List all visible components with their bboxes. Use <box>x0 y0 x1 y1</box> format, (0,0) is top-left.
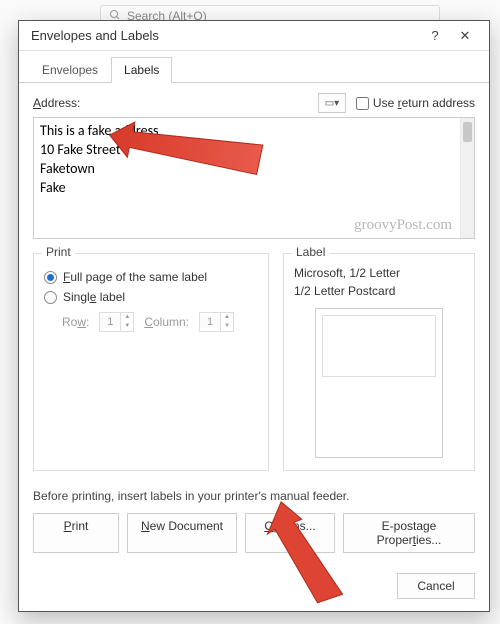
close-button[interactable]: ✕ <box>453 24 477 48</box>
dialog-content: AAddress:ddress: ▭▾ Use return address U… <box>19 83 489 561</box>
radio-single-label-text: Single label <box>63 290 125 304</box>
tab-strip: Envelopes Labels <box>19 51 489 83</box>
print-button[interactable]: PrintPrint <box>33 513 119 553</box>
help-button[interactable]: ? <box>423 24 447 48</box>
scrollbar-thumb[interactable] <box>463 122 472 142</box>
address-book-icon: ▭▾ <box>325 98 339 109</box>
use-return-checkbox-input[interactable] <box>356 97 369 110</box>
label-preview[interactable] <box>315 308 443 458</box>
row-down-icon[interactable]: ▼ <box>121 322 133 331</box>
print-group-title: Print <box>42 245 75 259</box>
options-button[interactable]: Options...Options... <box>245 513 335 553</box>
radio-full-page-input[interactable] <box>44 271 57 284</box>
col-up-icon[interactable]: ▲ <box>221 313 233 322</box>
address-label: AAddress:ddress: <box>33 96 318 110</box>
label-groupbox: Label Microsoft, 1/2 Letter 1/2 Letter P… <box>283 253 475 471</box>
row-label: Row: <box>62 315 89 329</box>
label-group-title: Label <box>292 245 329 259</box>
address-book-button[interactable]: ▭▾ <box>318 93 346 113</box>
radio-single-label[interactable]: Single label Single label <box>44 290 258 304</box>
column-value[interactable] <box>200 316 220 328</box>
label-product: 1/2 Letter Postcard <box>294 282 464 300</box>
address-textbox-container: This is a fake address 10 Fake Street Fa… <box>33 117 475 239</box>
label-info: Microsoft, 1/2 Letter 1/2 Letter Postcar… <box>294 264 464 300</box>
row-spinner[interactable]: ▲▼ <box>99 312 134 332</box>
column-label: Column: <box>144 315 189 329</box>
new-document-button[interactable]: New DocumentNew Document <box>127 513 237 553</box>
tab-envelopes[interactable]: Envelopes <box>29 57 111 83</box>
radio-full-page-label: Full page of the same label <box>63 270 207 284</box>
address-scrollbar[interactable] <box>460 118 474 238</box>
radio-single-input[interactable] <box>44 291 57 304</box>
column-spinner[interactable]: ▲▼ <box>199 312 234 332</box>
col-down-icon[interactable]: ▼ <box>221 322 233 331</box>
address-textarea[interactable]: This is a fake address 10 Fake Street Fa… <box>34 118 460 238</box>
epostage-properties-button[interactable]: E-postage Properties...E-postage Propert… <box>343 513 475 553</box>
print-groupbox: Print Full page of the same label Full p… <box>33 253 269 471</box>
row-value[interactable] <box>100 316 120 328</box>
use-return-address-checkbox[interactable]: Use return address Use return address <box>356 96 475 110</box>
use-return-label: Use return address <box>373 96 475 110</box>
cancel-button[interactable]: Cancel <box>397 573 475 599</box>
feeder-hint: Before printing, insert labels in your p… <box>33 489 475 503</box>
tab-labels[interactable]: Labels <box>111 57 172 83</box>
envelopes-labels-dialog: Envelopes and Labels ? ✕ Envelopes Label… <box>18 20 490 612</box>
dialog-title: Envelopes and Labels <box>31 28 417 43</box>
dialog-titlebar: Envelopes and Labels ? ✕ <box>19 21 489 51</box>
radio-full-page[interactable]: Full page of the same label Full page of… <box>44 270 258 284</box>
label-vendor: Microsoft, 1/2 Letter <box>294 264 464 282</box>
row-up-icon[interactable]: ▲ <box>121 313 133 322</box>
